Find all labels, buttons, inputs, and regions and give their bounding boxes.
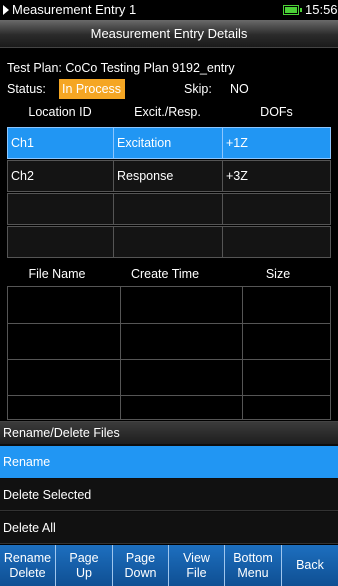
table-cell: +3Z (222, 160, 331, 192)
status-label: Status: (7, 82, 46, 96)
popup-title: Rename/Delete Files (0, 422, 338, 444)
skip-value: NO (230, 82, 249, 96)
bottom-menu-button[interactable]: Bottom Menu (225, 545, 282, 586)
col-header-location-id: Location ID (28, 105, 92, 119)
play-arrow-icon (3, 5, 9, 15)
view-file-button[interactable]: View File (169, 545, 225, 586)
col-header-dofs: DOFs (260, 105, 293, 119)
page-down-button[interactable]: Page Down (113, 545, 169, 586)
softkey-bar: Rename Delete Page Up Page Down View Fil… (0, 545, 338, 586)
page-up-button[interactable]: Page Up (56, 545, 113, 586)
col-header-create-time: Create Time (130, 267, 200, 281)
table-row[interactable]: Ch1 Excitation +1Z (7, 127, 331, 159)
rename-delete-popup: Rename/Delete Files Rename Delete Select… (0, 421, 338, 544)
skip-label: Skip: (184, 82, 212, 96)
menu-item-delete-selected[interactable]: Delete Selected (0, 479, 338, 511)
status-bar: Measurement Entry 1 15:56 (0, 0, 338, 20)
table-row[interactable]: Ch2 Response +3Z (7, 160, 331, 192)
table-cell: Ch2 (7, 160, 114, 192)
table-cell (113, 226, 223, 258)
table-row[interactable] (7, 193, 331, 225)
page-title: Measurement Entry Details (90, 26, 248, 41)
app-title: Measurement Entry 1 (12, 2, 137, 17)
col-header-excit-resp: Excit./Resp. (134, 105, 201, 119)
table-cell: Excitation (113, 127, 223, 159)
menu-item-rename[interactable]: Rename (0, 446, 338, 478)
table-cell (113, 193, 223, 225)
table-cell (222, 226, 331, 258)
table-cell (222, 193, 331, 225)
table-cell: Response (113, 160, 223, 192)
test-plan-text: Test Plan: CoCo Testing Plan 9192_entry (7, 61, 235, 75)
rename-delete-button[interactable]: Rename Delete (0, 545, 56, 586)
table-row[interactable] (7, 226, 331, 258)
menu-item-delete-all[interactable]: Delete All (0, 512, 338, 544)
page-header: Measurement Entry Details (0, 20, 338, 48)
col-header-size: Size (265, 267, 291, 281)
table-cell (7, 226, 114, 258)
files-table[interactable] (7, 286, 331, 420)
back-button[interactable]: Back (282, 545, 338, 586)
status-badge: In Process (59, 79, 125, 99)
table-cell (7, 193, 114, 225)
clock: 15:56 (305, 2, 338, 17)
table-cell: +1Z (222, 127, 331, 159)
table-cell: Ch1 (7, 127, 114, 159)
col-header-file-name: File Name (28, 267, 86, 281)
battery-icon (283, 5, 302, 15)
